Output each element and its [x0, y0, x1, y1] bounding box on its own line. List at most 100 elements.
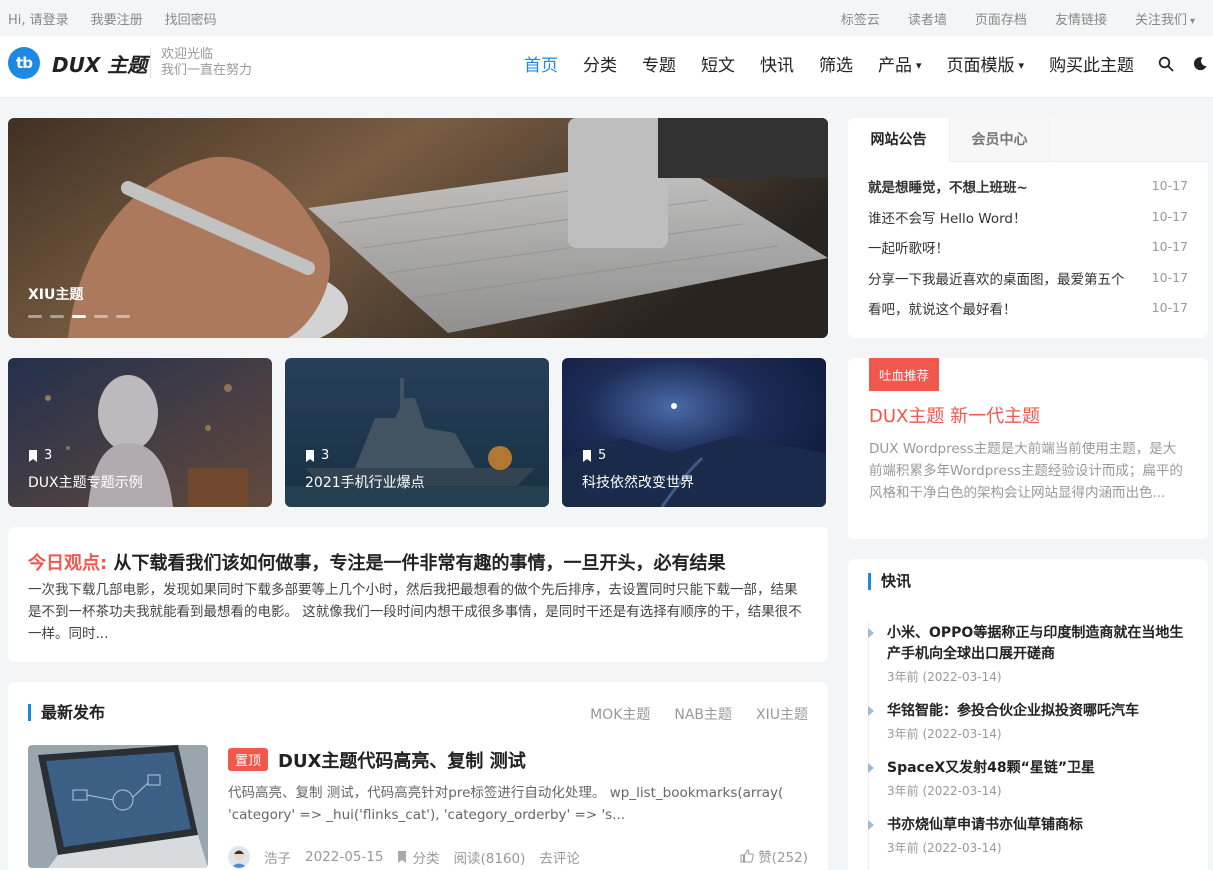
- list-item[interactable]: 书亦烧仙草申请书亦仙草铺商标 3年前 (2022-03-14): [868, 815, 1188, 856]
- slider-dot-active[interactable]: [72, 315, 86, 318]
- search-icon[interactable]: [1158, 56, 1174, 72]
- logo-icon[interactable]: tb: [8, 47, 40, 79]
- moon-icon[interactable]: [1192, 56, 1208, 72]
- flash-news-card: 快讯 小米、OPPO等据称正与印度制造商就在当地生产手机向全球出口展开磋商 3年…: [848, 559, 1208, 870]
- notice-date: 10-17: [1151, 300, 1188, 315]
- banner-image: [8, 118, 828, 338]
- recover-password-link[interactable]: 找回密码: [165, 9, 217, 28]
- notice-title: 看吧，就说这个最好看！: [868, 302, 1017, 318]
- topic-card-2[interactable]: 3 2021手机行业爆点: [285, 358, 549, 507]
- like-count: 赞(252): [758, 850, 808, 866]
- slogan: 欢迎光临 我们一直在努力: [161, 47, 252, 79]
- list-item[interactable]: 分享一下我最近喜欢的桌面图，最爱第五个 10-17: [868, 268, 1188, 299]
- slider-dot[interactable]: [116, 315, 130, 318]
- viewpoint-title: 从下载看我们该如何做事，专注是一件非常有趣的事情，一旦开头，必有结果: [113, 553, 726, 574]
- flash-item-title: 书亦烧仙草申请书亦仙草铺商标: [887, 817, 1083, 833]
- nav-topics[interactable]: 专题: [642, 51, 676, 76]
- friend-links-link[interactable]: 友情链接: [1055, 9, 1107, 28]
- nav-category[interactable]: 分类: [583, 51, 617, 76]
- post-title[interactable]: DUX主题代码高亮、复制 测试: [278, 747, 526, 773]
- nav-page-templates[interactable]: 页面模版: [947, 51, 1025, 76]
- topic-card-1[interactable]: 3 DUX主题专题示例: [8, 358, 272, 507]
- nav-products[interactable]: 产品: [878, 51, 922, 76]
- flash-item-date: 3年前 (2022-03-14): [887, 727, 1002, 741]
- tab-xiu[interactable]: XIU主题: [756, 704, 808, 724]
- topic-count-1: 3: [28, 448, 52, 463]
- nav-short-posts[interactable]: 短文: [701, 51, 735, 76]
- list-item[interactable]: 就是想睡觉，不想上班班~ 10-17: [868, 176, 1188, 207]
- archive-link[interactable]: 页面存档: [975, 9, 1027, 28]
- latest-title: 最新发布: [28, 704, 105, 721]
- brand-name[interactable]: DUX 主题: [52, 49, 147, 78]
- tab-nab[interactable]: NAB主题: [674, 704, 732, 724]
- recommend-card: 吐血推荐 DUX主题 新一代主题 DUX Wordpress主题是大前端当前使用…: [848, 358, 1208, 539]
- register-link[interactable]: 我要注册: [91, 9, 143, 28]
- viewpoint-heading[interactable]: 今日观点: 从下载看我们该如何做事，专注是一件非常有趣的事情，一旦开头，必有结果: [28, 549, 725, 575]
- avatar[interactable]: [228, 846, 250, 868]
- notice-tabs: 网站公告 会员中心: [848, 118, 1208, 162]
- flash-item-date: 3年前 (2022-03-14): [887, 670, 1002, 684]
- tab-site-notice[interactable]: 网站公告: [848, 118, 949, 162]
- nav-home[interactable]: 首页: [524, 51, 558, 76]
- recommend-title[interactable]: DUX主题 新一代主题: [869, 402, 1040, 428]
- nav-filter[interactable]: 筛选: [819, 51, 853, 76]
- post-excerpt: 代码高亮、复制 测试，代码高亮针对pre标签进行自动化处理。 wp_list_b…: [228, 785, 784, 823]
- topic-count-2: 3: [305, 448, 329, 463]
- notice-title: 就是想睡觉，不想上班班~: [868, 180, 1028, 196]
- notice-date: 10-17: [1151, 178, 1188, 193]
- tab-mok[interactable]: MOK主题: [590, 704, 650, 724]
- top-bar: Hi, 请登录 我要注册 找回密码 标签云 读者墙 页面存档 友情链接 关注我们: [0, 0, 1213, 36]
- post-comment-link[interactable]: 去评论: [539, 847, 580, 867]
- bookmark-icon: [306, 449, 314, 462]
- slider-dots: [28, 315, 130, 318]
- topic-count-3: 5: [582, 448, 606, 463]
- topic-title-2[interactable]: 2021手机行业爆点: [305, 472, 425, 492]
- list-item[interactable]: 一起听歌呀！ 10-17: [868, 237, 1188, 268]
- notice-title: 分享一下我最近喜欢的桌面图，最爱第五个: [868, 271, 1125, 288]
- nav-flash[interactable]: 快讯: [760, 51, 794, 76]
- viewpoint-card: 今日观点: 从下载看我们该如何做事，专注是一件非常有趣的事情，一旦开头，必有结果…: [8, 527, 828, 662]
- list-item[interactable]: 小米、OPPO等据称正与印度制造商就在当地生产手机向全球出口展开磋商 3年前 (…: [868, 623, 1188, 685]
- thumbs-up-icon: [740, 849, 754, 863]
- post-author[interactable]: 浩子: [264, 847, 291, 867]
- follow-us-dropdown[interactable]: 关注我们: [1135, 9, 1195, 28]
- arrow-icon: [868, 820, 874, 830]
- notice-date: 10-17: [1151, 239, 1188, 254]
- notice-title: 一起听歌呀！: [868, 241, 949, 257]
- avatar-icon: [231, 850, 247, 868]
- slider-dot[interactable]: [50, 315, 64, 318]
- post-thumbnail[interactable]: [28, 745, 208, 868]
- topic-title-3[interactable]: 科技依然改变世界: [582, 472, 694, 492]
- slider-dot[interactable]: [94, 315, 108, 318]
- list-item[interactable]: 谁还不会写 Hello Word！ 10-17: [868, 207, 1188, 238]
- main-nav: 首页 分类 专题 短文 快讯 筛选 产品 页面模版 购买此主题: [524, 51, 1134, 76]
- bookmark-icon: [29, 449, 37, 462]
- recommend-badge: 吐血推荐: [869, 358, 940, 391]
- bookmark-icon: [398, 851, 407, 863]
- recommend-text: DUX Wordpress主题是大前端当前使用主题，是大前端积累多年Wordpr…: [869, 441, 1183, 501]
- nav-buy-theme[interactable]: 购买此主题: [1049, 51, 1134, 76]
- list-item[interactable]: SpaceX又发射48颗“星链”卫星 3年前 (2022-03-14): [868, 758, 1188, 799]
- bookmark-icon: [583, 449, 591, 462]
- tab-member-center[interactable]: 会员中心: [949, 118, 1050, 162]
- like-button[interactable]: 赞(252): [740, 846, 808, 866]
- sticky-badge: 置顶: [228, 748, 269, 771]
- slider-dot[interactable]: [28, 315, 42, 318]
- tag-cloud-link[interactable]: 标签云: [841, 9, 880, 28]
- topic-count-value: 3: [321, 448, 330, 463]
- notice-title: 谁还不会写 Hello Word！: [868, 210, 1027, 227]
- readers-wall-link[interactable]: 读者墙: [908, 9, 947, 28]
- post-meta: 浩子 2022-05-15 分类 阅读(8160) 去评论: [228, 846, 808, 868]
- list-item[interactable]: 华铭智能：参投合伙企业拟投资哪吒汽车 3年前 (2022-03-14): [868, 701, 1188, 742]
- arrow-icon: [868, 763, 874, 773]
- hero-banner[interactable]: XIU主题: [8, 118, 828, 338]
- list-item[interactable]: 看吧，就说这个最好看！ 10-17: [868, 298, 1188, 329]
- topic-title-1[interactable]: DUX主题专题示例: [28, 472, 143, 492]
- flash-title: 快讯: [868, 573, 911, 590]
- topic-card-3[interactable]: 5 科技依然改变世界: [562, 358, 826, 507]
- post-category-wrap[interactable]: 分类: [397, 847, 439, 867]
- notice-date: 10-17: [1151, 269, 1188, 285]
- banner-title[interactable]: XIU主题: [28, 284, 83, 304]
- login-link[interactable]: Hi, 请登录: [8, 9, 69, 28]
- viewpoint-prefix: 今日观点:: [28, 553, 108, 574]
